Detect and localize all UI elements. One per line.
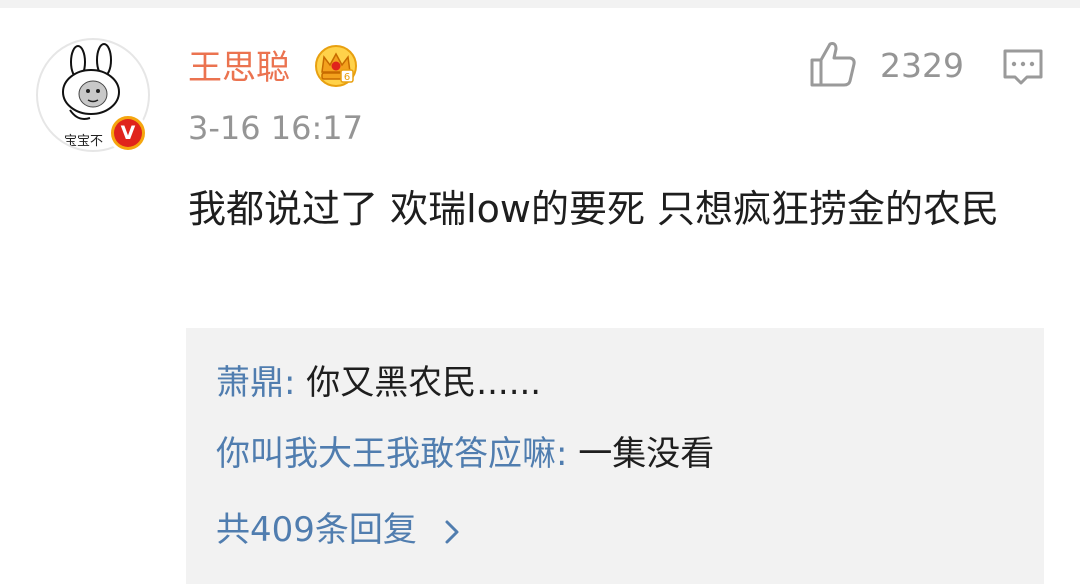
reply-username[interactable]: 你叫我大王我敢答应嘛 bbox=[216, 434, 556, 474]
reply-separator: : bbox=[284, 363, 307, 403]
view-all-replies-link[interactable]: 共409条回复 bbox=[216, 507, 460, 553]
more-replies-label: 共409条回复 bbox=[216, 510, 417, 550]
reply-item[interactable]: 萧鼎: 你又黑农民...... bbox=[216, 360, 541, 406]
post-timestamp: 3-16 16:17 bbox=[188, 109, 364, 147]
verified-badge-letter: V bbox=[114, 119, 142, 147]
verified-badge-icon: V bbox=[108, 113, 148, 153]
replies-box: 萧鼎: 你又黑农民...... 你叫我大王我敢答应嘛: 一集没看 共409条回复 bbox=[186, 328, 1044, 584]
svg-text:6: 6 bbox=[344, 72, 350, 83]
chevron-right-icon bbox=[445, 520, 459, 543]
reply-username[interactable]: 萧鼎 bbox=[216, 363, 284, 403]
thumbs-up-icon[interactable] bbox=[808, 40, 858, 88]
username[interactable]: 王思聪 bbox=[188, 46, 290, 90]
avatar-caption: 宝宝不 bbox=[64, 134, 104, 149]
comment-icon[interactable] bbox=[1001, 47, 1045, 87]
comment-text: 我都说过了 欢瑞low的要死 只想疯狂捞金的农民 bbox=[188, 187, 1000, 231]
reply-text: 你又黑农民...... bbox=[306, 363, 542, 403]
top-divider bbox=[0, 0, 1080, 8]
reply-text: 一集没看 bbox=[578, 434, 715, 474]
crown-icon[interactable]: 6 bbox=[313, 44, 359, 88]
reply-separator: : bbox=[556, 434, 579, 474]
like-count: 2329 bbox=[880, 46, 964, 85]
reply-item[interactable]: 你叫我大王我敢答应嘛: 一集没看 bbox=[216, 431, 714, 477]
